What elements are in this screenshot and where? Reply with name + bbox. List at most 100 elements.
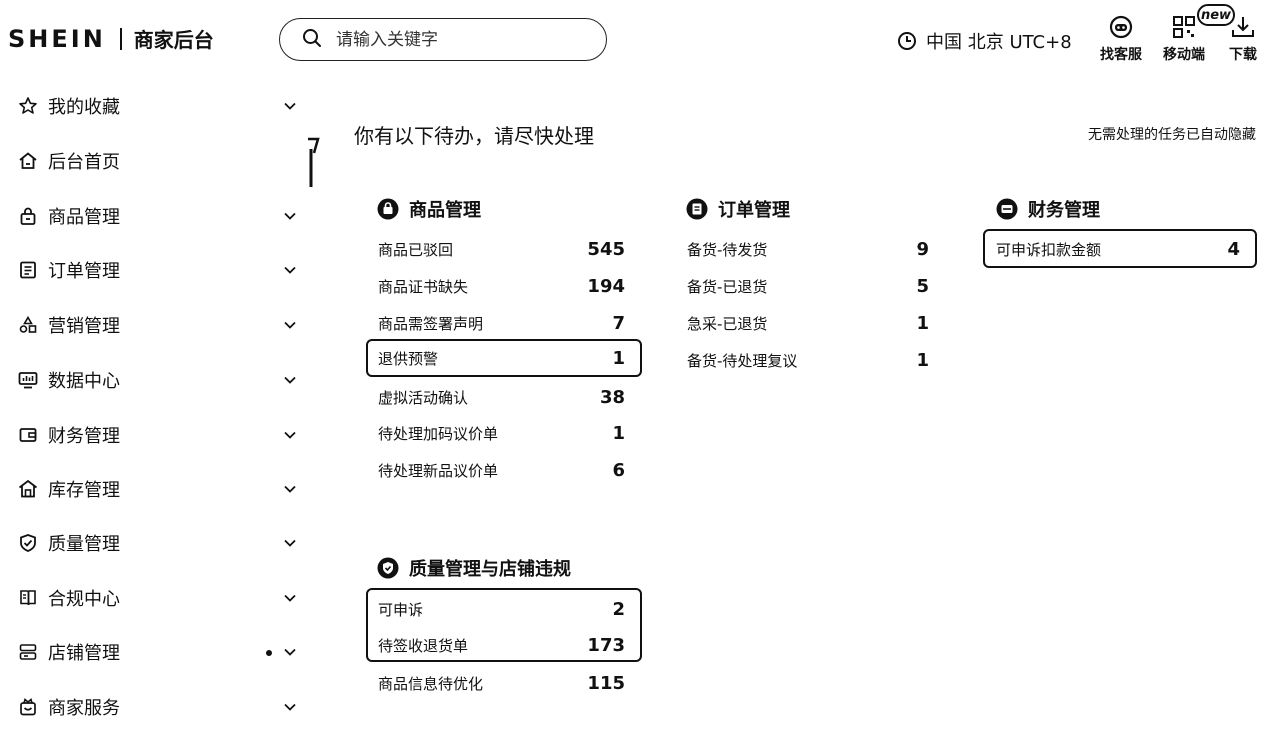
task-count[interactable]: 9 bbox=[916, 239, 929, 260]
sidebar-item-label: 质量管理 bbox=[48, 534, 120, 555]
chevron-down-icon[interactable] bbox=[283, 209, 297, 223]
shield-icon bbox=[20, 534, 36, 552]
section-title-finance: 财务管理 bbox=[996, 196, 1100, 222]
timezone-selector[interactable]: 中国 北京 UTC+8 bbox=[897, 28, 1072, 54]
section-title-quality: 质量管理与店铺违规 bbox=[377, 555, 571, 581]
sidebar-item-label: 数据中心 bbox=[48, 371, 120, 392]
task-row[interactable]: 备货-待处理复议 1 bbox=[675, 342, 945, 378]
sidebar-item-finance[interactable]: 财务管理 bbox=[0, 415, 310, 455]
task-count[interactable]: 1 bbox=[916, 350, 929, 371]
mobile-label: 移动端 bbox=[1163, 47, 1205, 63]
sidebar-collapse-handle[interactable] bbox=[305, 137, 321, 189]
page-title: 你有以下待办，请尽快处理 bbox=[354, 124, 594, 148]
task-row[interactable]: 可申诉 2 bbox=[366, 591, 641, 627]
task-row[interactable]: 待签收退货单 173 bbox=[366, 627, 641, 663]
chevron-down-icon[interactable] bbox=[283, 263, 297, 277]
task-label: 待处理新品议价单 bbox=[378, 461, 499, 480]
chevron-down-icon[interactable] bbox=[283, 645, 297, 659]
notification-dot bbox=[266, 650, 272, 656]
chevron-down-icon[interactable] bbox=[283, 482, 297, 496]
section-title-product: 商品管理 bbox=[377, 196, 481, 222]
sidebar-item-store[interactable]: 店铺管理 bbox=[0, 632, 310, 672]
sidebar-item-label: 店铺管理 bbox=[48, 643, 120, 664]
sidebar-item-quality[interactable]: 质量管理 bbox=[0, 523, 310, 563]
order-icon bbox=[686, 198, 708, 220]
task-row[interactable]: 备货-待发货 9 bbox=[675, 231, 945, 267]
top-header: SHEIN 商家后台 中国 北京 UTC+8 找客服 移动端 new 下载 bbox=[0, 0, 1280, 80]
task-count[interactable]: 2 bbox=[612, 599, 625, 620]
task-row[interactable]: 待处理加码议价单 1 bbox=[366, 415, 641, 451]
task-row[interactable]: 商品需签署声明 7 bbox=[366, 305, 641, 341]
task-label: 急采-已退货 bbox=[687, 314, 768, 333]
task-count[interactable]: 6 bbox=[612, 460, 625, 481]
task-count[interactable]: 5 bbox=[916, 276, 929, 297]
book-icon bbox=[20, 590, 36, 606]
task-count[interactable]: 545 bbox=[587, 239, 625, 260]
store-icon bbox=[19, 644, 37, 660]
task-row[interactable]: 虚拟活动确认 38 bbox=[366, 379, 641, 415]
bag-icon bbox=[20, 207, 36, 225]
download-icon bbox=[1232, 17, 1254, 37]
search-input[interactable] bbox=[336, 29, 576, 50]
task-count[interactable]: 38 bbox=[600, 387, 625, 408]
task-label: 可申诉 bbox=[378, 600, 424, 619]
task-count[interactable]: 4 bbox=[1227, 239, 1240, 260]
sidebar-item-favorites[interactable]: 我的收藏 bbox=[0, 86, 310, 126]
task-row[interactable]: 急采-已退货 1 bbox=[675, 305, 945, 341]
task-count[interactable]: 1 bbox=[916, 313, 929, 334]
task-count[interactable]: 1 bbox=[612, 348, 625, 369]
sidebar-item-home[interactable]: 后台首页 bbox=[0, 141, 310, 181]
chevron-down-icon[interactable] bbox=[283, 591, 297, 605]
wallet-icon bbox=[996, 198, 1018, 220]
brand-subtitle: 商家后台 bbox=[133, 28, 214, 52]
sidebar-item-marketing[interactable]: 营销管理 bbox=[0, 305, 310, 345]
sidebar-item-inventory[interactable]: 库存管理 bbox=[0, 469, 310, 509]
sidebar-item-products[interactable]: 商品管理 bbox=[0, 196, 310, 236]
sidebar-item-label: 订单管理 bbox=[48, 261, 120, 282]
task-row[interactable]: 待处理新品议价单 6 bbox=[366, 452, 641, 488]
task-count[interactable]: 173 bbox=[587, 635, 625, 656]
section-title-order: 订单管理 bbox=[686, 196, 790, 222]
task-row[interactable]: 备货-已退货 5 bbox=[675, 268, 945, 304]
task-count[interactable]: 7 bbox=[612, 313, 625, 334]
task-count[interactable]: 115 bbox=[587, 673, 625, 694]
sidebar-item-label: 商家服务 bbox=[48, 698, 120, 719]
download-button[interactable]: 下载 bbox=[1229, 14, 1257, 64]
clock-icon bbox=[898, 32, 916, 50]
sidebar-item-data-center[interactable]: 数据中心 bbox=[0, 360, 310, 400]
search-icon[interactable] bbox=[302, 28, 322, 52]
task-row[interactable]: 退供预警 1 bbox=[366, 340, 641, 376]
task-row[interactable]: 商品证书缺失 194 bbox=[366, 268, 641, 304]
sidebar-item-orders[interactable]: 订单管理 bbox=[0, 250, 310, 290]
chevron-down-icon[interactable] bbox=[283, 318, 297, 332]
monitor-icon bbox=[18, 372, 38, 389]
customer-service-button[interactable]: 找客服 bbox=[1100, 14, 1142, 64]
timezone-label: 中国 北京 UTC+8 bbox=[926, 32, 1072, 53]
task-row[interactable]: 商品信息待优化 115 bbox=[366, 665, 641, 701]
order-icon bbox=[20, 261, 36, 279]
task-label: 商品证书缺失 bbox=[378, 277, 469, 296]
task-row[interactable]: 商品已驳回 545 bbox=[366, 231, 641, 267]
shapes-icon bbox=[19, 315, 37, 333]
task-label: 商品已驳回 bbox=[378, 240, 454, 259]
logo[interactable]: SHEIN 商家后台 bbox=[8, 24, 214, 53]
sidebar-item-label: 库存管理 bbox=[48, 480, 120, 501]
task-label: 备货-待发货 bbox=[687, 240, 768, 259]
auto-hide-note: 无需处理的任务已自动隐藏 bbox=[1088, 127, 1256, 143]
task-count[interactable]: 1 bbox=[612, 423, 625, 444]
chevron-down-icon[interactable] bbox=[283, 700, 297, 714]
task-label: 备货-已退货 bbox=[687, 277, 768, 296]
task-row[interactable]: 可申诉扣款金额 4 bbox=[984, 231, 1256, 267]
task-count[interactable]: 194 bbox=[587, 276, 625, 297]
task-label: 商品信息待优化 bbox=[378, 674, 484, 693]
sidebar-item-merchant-service[interactable]: 商家服务 bbox=[0, 687, 310, 727]
chevron-down-icon[interactable] bbox=[283, 428, 297, 442]
task-label: 商品需签署声明 bbox=[378, 314, 484, 333]
sidebar-item-label: 合规中心 bbox=[48, 589, 120, 610]
chevron-down-icon[interactable] bbox=[283, 373, 297, 387]
warehouse-icon bbox=[18, 479, 38, 498]
sidebar-item-compliance[interactable]: 合规中心 bbox=[0, 578, 310, 618]
search-box[interactable] bbox=[279, 18, 607, 61]
chevron-down-icon[interactable] bbox=[283, 536, 297, 550]
chevron-down-icon[interactable] bbox=[283, 99, 297, 113]
